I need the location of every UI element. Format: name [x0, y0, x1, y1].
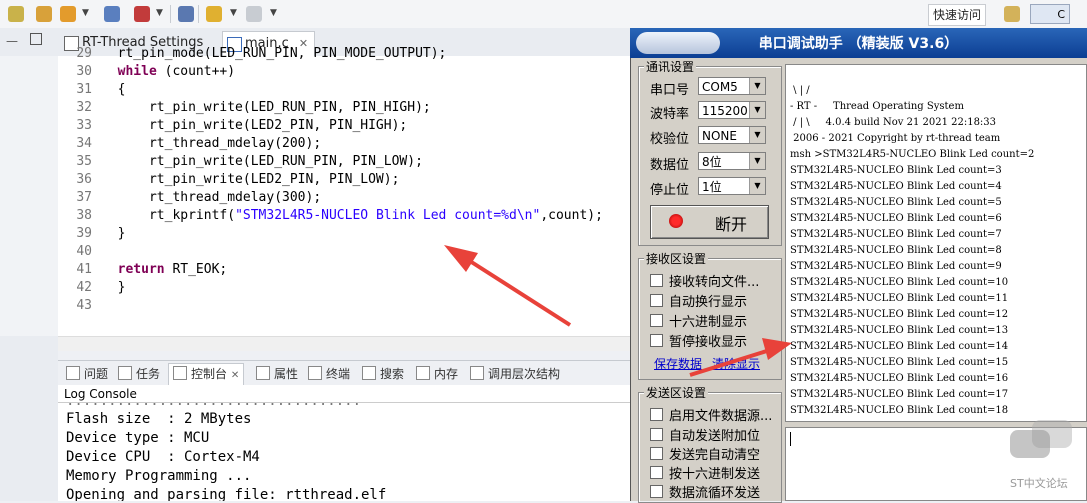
annotation-arrows	[444, 245, 792, 377]
arrow-to-output	[689, 338, 792, 377]
arrow-to-printf	[444, 245, 572, 327]
